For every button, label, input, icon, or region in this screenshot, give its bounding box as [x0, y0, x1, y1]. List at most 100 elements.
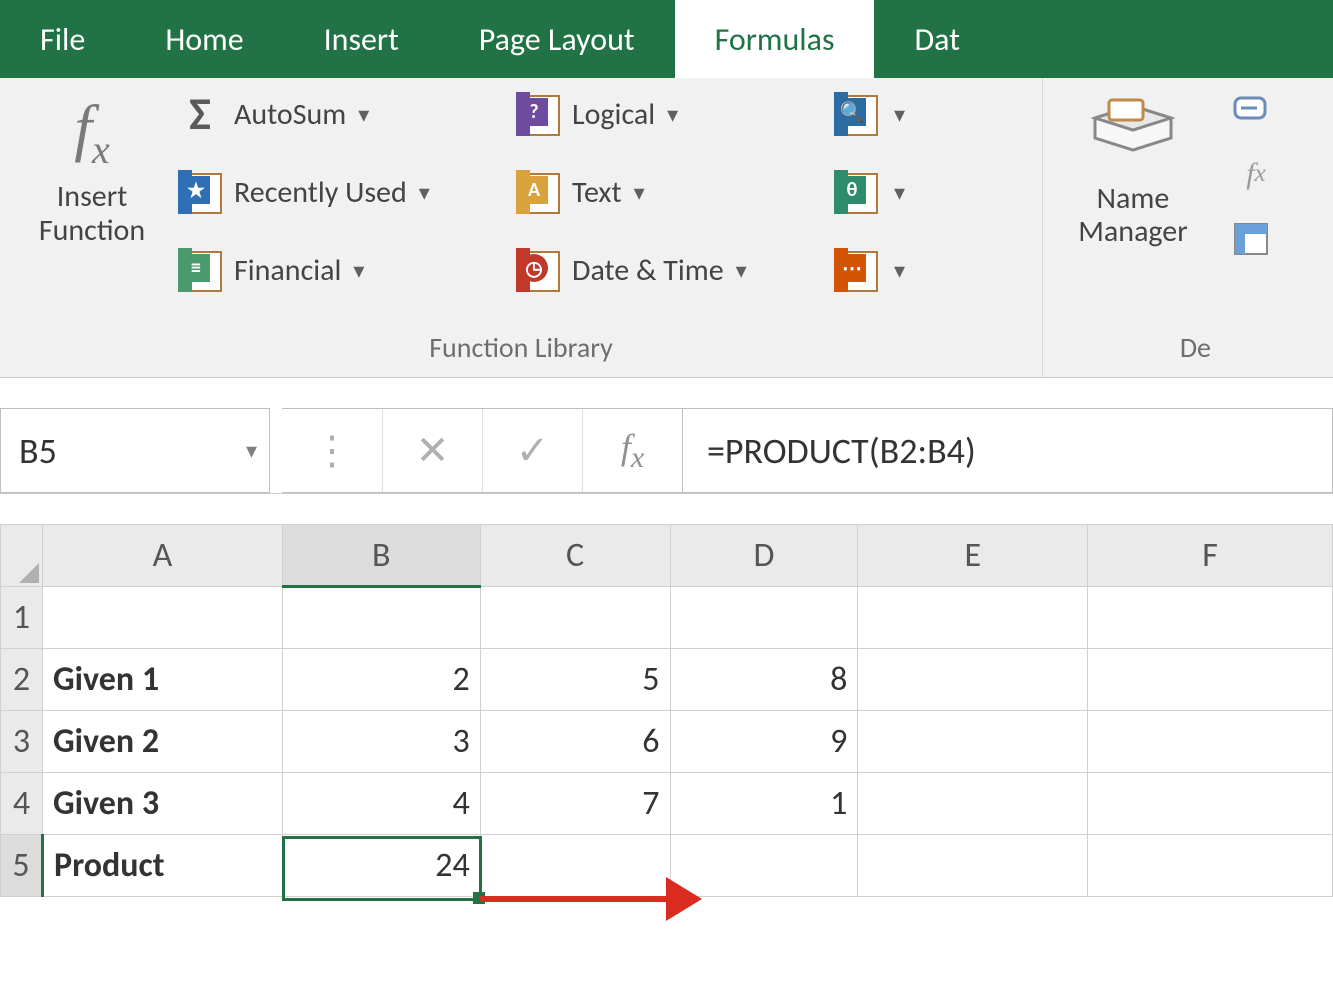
cell-C4[interactable]: 7: [480, 773, 670, 835]
datetime-book-icon: ◷: [516, 248, 560, 292]
table-row: 3 Given 2 3 6 9: [1, 711, 1333, 773]
cell-reference: B5: [19, 429, 57, 473]
cell-E1[interactable]: [858, 587, 1088, 649]
tab-home[interactable]: Home: [125, 0, 283, 78]
math-book-icon: θ: [834, 170, 878, 214]
cell-E2[interactable]: [858, 649, 1088, 711]
select-all-corner[interactable]: [1, 525, 43, 587]
chevron-down-icon: ▾: [667, 101, 678, 128]
enter-button[interactable]: ✓: [482, 409, 582, 492]
chevron-down-icon: ▾: [419, 179, 430, 206]
insert-function-button[interactable]: fx Insert Function: [12, 86, 172, 249]
table-row: 4 Given 3 4 7 1: [1, 773, 1333, 835]
chevron-down-icon: ▾: [353, 257, 364, 284]
cell-B4[interactable]: 4: [282, 773, 480, 835]
more-functions-button[interactable]: ⋯ ▾: [828, 242, 918, 298]
financial-book-icon: ≡: [178, 248, 222, 292]
sigma-icon: Σ: [178, 86, 222, 142]
lookup-book-icon: 🔍: [834, 92, 878, 136]
row-header-3[interactable]: 3: [1, 711, 43, 773]
more-book-icon: ⋯: [834, 248, 878, 292]
formula-input[interactable]: =PRODUCT(B2:B4): [683, 408, 1333, 493]
name-manager-icon: [1091, 98, 1175, 168]
cell-F2[interactable]: [1088, 649, 1333, 711]
cell-F5[interactable]: [1088, 835, 1333, 897]
star-book-icon: ★: [178, 170, 222, 214]
formula-bar: B5 ▾ ⋮ ✕ ✓ fx =PRODUCT(B2:B4): [0, 408, 1333, 494]
text-book-icon: A: [516, 170, 560, 214]
col-header-C[interactable]: C: [480, 525, 670, 587]
col-header-A[interactable]: A: [42, 525, 282, 587]
financial-button[interactable]: ≡ Financial ▾: [172, 242, 502, 298]
col-header-F[interactable]: F: [1088, 525, 1333, 587]
function-library-label: Function Library: [12, 326, 1030, 373]
recently-used-button[interactable]: ★ Recently Used ▾: [172, 164, 502, 220]
chevron-down-icon: ▾: [894, 257, 905, 284]
annotation-arrow: [480, 894, 670, 904]
chevron-down-icon: ▾: [736, 257, 747, 284]
row-header-4[interactable]: 4: [1, 773, 43, 835]
row-header-5[interactable]: 5: [1, 835, 43, 897]
tab-pagelayout[interactable]: Page Layout: [439, 0, 675, 78]
cell-F3[interactable]: [1088, 711, 1333, 773]
cell-F4[interactable]: [1088, 773, 1333, 835]
cell-D1[interactable]: [670, 587, 858, 649]
cell-A3[interactable]: Given 2: [42, 711, 282, 773]
row-header-1[interactable]: 1: [1, 587, 43, 649]
name-box[interactable]: B5 ▾: [0, 408, 270, 493]
math-trig-button[interactable]: θ ▾: [828, 164, 918, 220]
define-name-icon[interactable]: [1231, 86, 1281, 130]
col-header-D[interactable]: D: [670, 525, 858, 587]
fx-icon: fx: [74, 90, 110, 180]
table-row: 1: [1, 587, 1333, 649]
cell-B1[interactable]: [282, 587, 480, 649]
row-header-2[interactable]: 2: [1, 649, 43, 711]
cell-C1[interactable]: [480, 587, 670, 649]
logical-button[interactable]: ? Logical ▾: [510, 86, 820, 142]
formula-bar-options[interactable]: ⋮: [282, 409, 382, 492]
cell-E3[interactable]: [858, 711, 1088, 773]
cell-B5[interactable]: 24: [282, 835, 480, 897]
cell-B3[interactable]: 3: [282, 711, 480, 773]
defined-names-extra: fx: [1223, 78, 1333, 377]
column-headers: A B C D E F: [1, 525, 1333, 587]
lookup-ref-button[interactable]: 🔍 ▾: [828, 86, 918, 142]
cell-C5[interactable]: [480, 835, 670, 897]
defined-names-label: De: [1055, 326, 1211, 373]
tab-file[interactable]: File: [0, 0, 125, 78]
logical-book-icon: ?: [516, 92, 560, 136]
cell-B2[interactable]: 2: [282, 649, 480, 711]
cell-C3[interactable]: 6: [480, 711, 670, 773]
cancel-button[interactable]: ✕: [382, 409, 482, 492]
cell-E4[interactable]: [858, 773, 1088, 835]
ribbon-body: fx Insert Function Σ AutoSum ▾: [0, 78, 1333, 378]
spreadsheet-grid: A B C D E F 1 2 Given 1 2 5: [0, 524, 1333, 897]
cell-A1[interactable]: [42, 587, 282, 649]
chevron-down-icon: ▾: [246, 437, 257, 464]
col-header-B[interactable]: B: [282, 525, 480, 587]
cell-A2[interactable]: Given 1: [42, 649, 282, 711]
tab-insert[interactable]: Insert: [284, 0, 439, 78]
tab-data[interactable]: Dat: [874, 0, 999, 78]
cell-C2[interactable]: 5: [480, 649, 670, 711]
use-in-formula-icon[interactable]: fx: [1231, 152, 1281, 196]
create-from-selection-icon[interactable]: [1231, 218, 1281, 262]
chevron-down-icon: ▾: [894, 179, 905, 206]
datetime-button[interactable]: ◷ Date & Time ▾: [510, 242, 820, 298]
tab-formulas[interactable]: Formulas: [675, 0, 875, 78]
cell-A4[interactable]: Given 3: [42, 773, 282, 835]
text-button[interactable]: A Text ▾: [510, 164, 820, 220]
chevron-down-icon: ▾: [634, 179, 645, 206]
col-header-E[interactable]: E: [858, 525, 1088, 587]
insert-function-fx[interactable]: fx: [582, 409, 682, 492]
cell-E5[interactable]: [858, 835, 1088, 897]
cell-D2[interactable]: 8: [670, 649, 858, 711]
table-row: 2 Given 1 2 5 8: [1, 649, 1333, 711]
cell-A5[interactable]: Product: [42, 835, 282, 897]
name-manager-button[interactable]: Name Manager: [1064, 86, 1201, 248]
autosum-button[interactable]: Σ AutoSum ▾: [172, 86, 502, 142]
cell-D4[interactable]: 1: [670, 773, 858, 835]
chevron-down-icon: ▾: [894, 101, 905, 128]
cell-F1[interactable]: [1088, 587, 1333, 649]
cell-D3[interactable]: 9: [670, 711, 858, 773]
